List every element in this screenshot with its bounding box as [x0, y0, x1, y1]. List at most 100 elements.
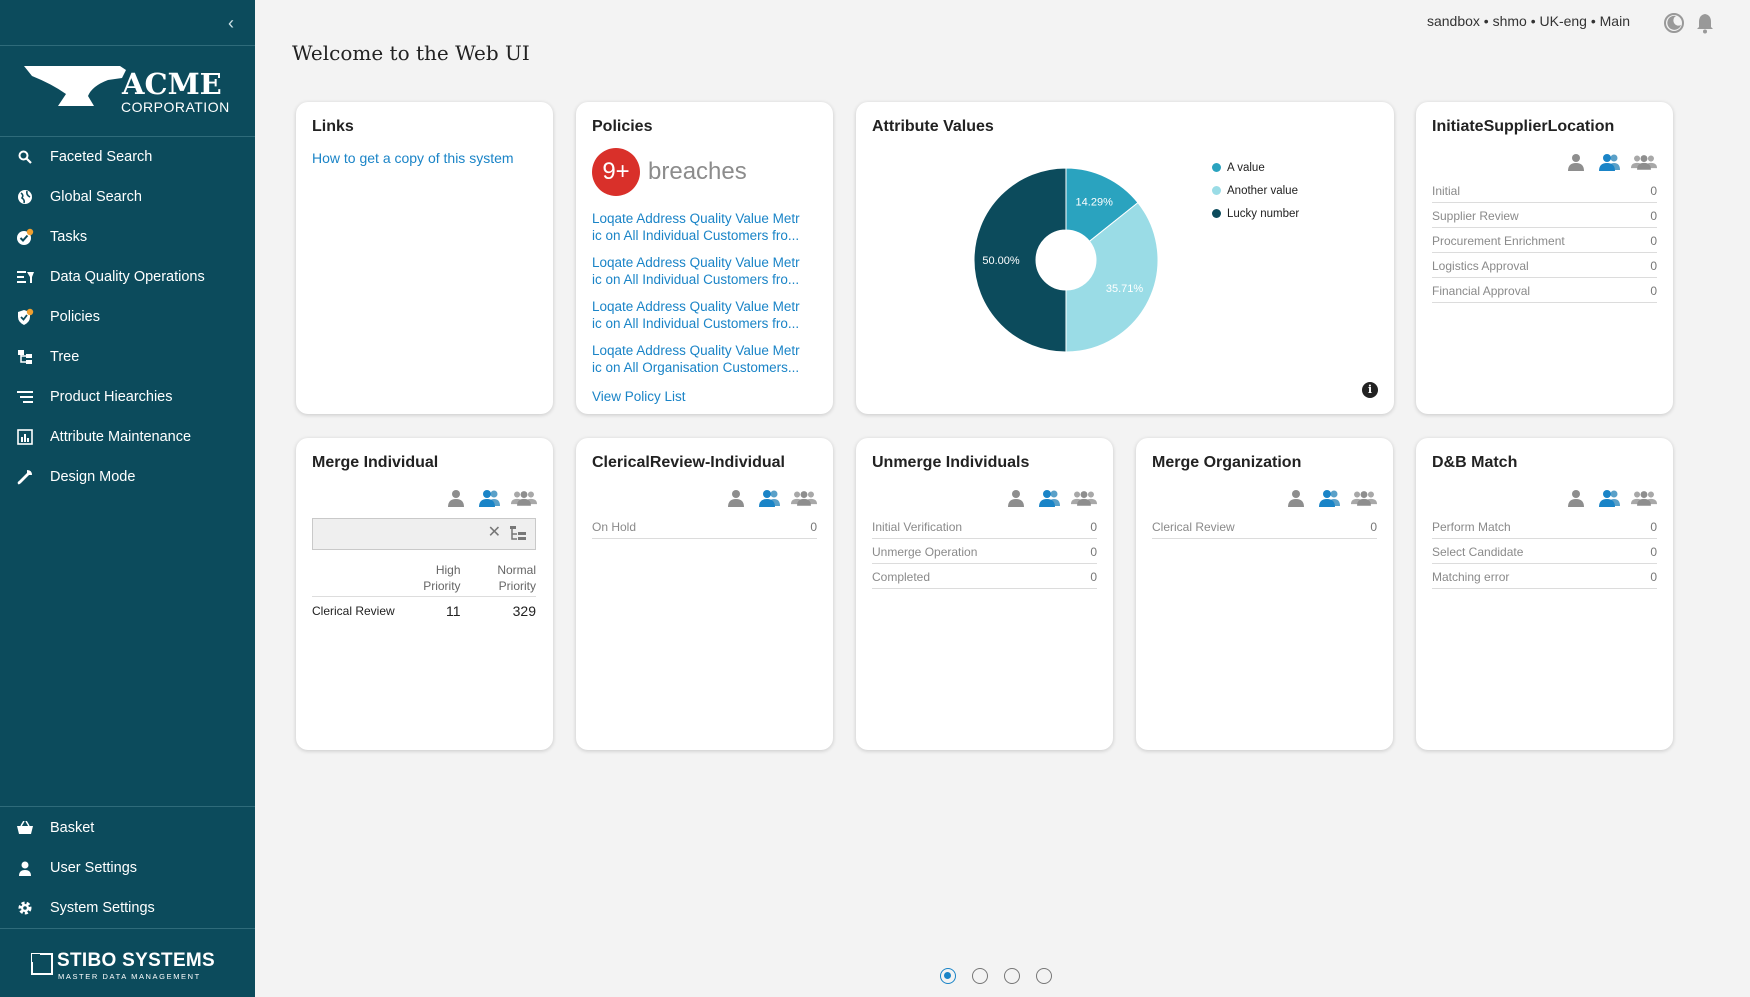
group-tasks-users-icon[interactable] [1317, 488, 1343, 508]
sidebar-item-tasks[interactable]: Tasks [0, 217, 255, 257]
workflow-state-row[interactable]: Matching error 0 [1432, 564, 1657, 589]
workflow-state-row[interactable]: Clerical Review 0 [1152, 514, 1377, 539]
sidebar-item-attribute-maintenance[interactable]: Attribute Maintenance [0, 417, 255, 457]
workflow-state-list: Perform Match 0 Select Candidate 0 Matchin… [1432, 514, 1657, 589]
workflow-state-row[interactable]: On Hold 0 [592, 514, 817, 539]
workflow-state-row[interactable]: Unmerge Operation 0 [872, 539, 1097, 564]
state-count: 0 [1650, 234, 1657, 248]
all-tasks-users-icon[interactable] [1351, 488, 1377, 508]
my-tasks-user-icon[interactable] [1563, 152, 1589, 172]
all-tasks-users-icon[interactable] [791, 488, 817, 508]
table-header-high-priority: High Priority [396, 560, 461, 597]
attribute-values-pie-chart: 14.29% 35.71% 50.00% [973, 167, 1159, 353]
user-icon [16, 859, 34, 877]
legend-item[interactable]: Another value [1212, 179, 1299, 202]
workflow-state-row[interactable]: Initial 0 [1432, 178, 1657, 203]
user-filter-group [1563, 488, 1657, 508]
state-count: 0 [1090, 520, 1097, 534]
workflow-state-list: Initial 0 Supplier Review 0 Procurement En… [1432, 178, 1657, 303]
my-tasks-user-icon[interactable] [443, 488, 469, 508]
pager-dot[interactable] [972, 968, 988, 984]
refresh-moon-icon[interactable] [1663, 12, 1685, 34]
my-tasks-user-icon[interactable] [1003, 488, 1029, 508]
breach-summary[interactable]: 9+ breaches [592, 148, 817, 196]
bell-icon[interactable] [1695, 12, 1717, 34]
workflow-state-row[interactable]: Select Candidate 0 [1432, 539, 1657, 564]
sidebar-divider [0, 45, 255, 46]
legend-swatch [1212, 163, 1221, 172]
collapse-sidebar-chevron-icon[interactable]: ‹ [222, 14, 240, 32]
card-title: Merge Organization [1152, 454, 1302, 471]
state-label: Initial Verification [872, 520, 963, 534]
normal-priority-count[interactable]: 329 [461, 597, 536, 626]
workflow-state-row[interactable]: Financial Approval 0 [1432, 278, 1657, 303]
tree-select-icon[interactable] [509, 525, 527, 543]
pie-slice-label: 35.71% [1106, 283, 1144, 295]
user-filter-group [723, 488, 817, 508]
legend-label: Lucky number [1227, 207, 1300, 220]
group-tasks-users-icon[interactable] [757, 488, 783, 508]
my-tasks-user-icon[interactable] [1563, 488, 1589, 508]
table-row[interactable]: Clerical Review 11 329 [312, 597, 536, 626]
policy-breach-link[interactable]: Loqate Address Quality Value Metr ic on … [592, 342, 817, 376]
links-item[interactable]: How to get a copy of this system [312, 150, 514, 166]
my-tasks-user-icon[interactable] [723, 488, 749, 508]
workflow-state-row[interactable]: Perform Match 0 [1432, 514, 1657, 539]
workflow-state-row[interactable]: Procurement Enrichment 0 [1432, 228, 1657, 253]
legend-item[interactable]: A value [1212, 156, 1299, 179]
sidebar-divider [0, 928, 255, 929]
workflow-state-row[interactable]: Supplier Review 0 [1432, 203, 1657, 228]
sidebar-item-label: Faceted Search [50, 149, 153, 165]
row-label: Clerical Review [312, 604, 395, 618]
sidebar-item-design-mode[interactable]: Design Mode [0, 457, 255, 497]
pager-dot[interactable] [940, 968, 956, 984]
group-tasks-users-icon[interactable] [1037, 488, 1063, 508]
sidebar-item-basket[interactable]: Basket [0, 808, 255, 848]
my-tasks-user-icon[interactable] [1283, 488, 1309, 508]
sidebar-item-tree[interactable]: Tree [0, 337, 255, 377]
sidebar-item-user-settings[interactable]: User Settings [0, 848, 255, 888]
workflow-state-row[interactable]: Completed 0 [872, 564, 1097, 589]
policy-breach-link[interactable]: Loqate Address Quality Value Metr ic on … [592, 298, 817, 332]
card-title: InitiateSupplierLocation [1432, 118, 1615, 135]
user-filter-group [1283, 488, 1377, 508]
merge-filter-input[interactable]: ✕ [312, 518, 536, 550]
view-policy-list-link[interactable]: View Policy List [592, 388, 817, 405]
state-label: Matching error [1432, 570, 1510, 584]
card-title: Policies [592, 118, 653, 135]
hierarchy-icon [16, 388, 34, 406]
all-tasks-users-icon[interactable] [1631, 152, 1657, 172]
attribute-icon [16, 428, 34, 446]
group-tasks-users-icon[interactable] [1597, 488, 1623, 508]
sidebar-item-policies[interactable]: Policies [0, 297, 255, 337]
group-tasks-users-icon[interactable] [1597, 152, 1623, 172]
pager-dot[interactable] [1036, 968, 1052, 984]
all-tasks-users-icon[interactable] [1071, 488, 1097, 508]
sidebar-item-global-search[interactable]: Global Search [0, 177, 255, 217]
stibo-brand-text: STIBO SYSTEMS [57, 950, 216, 971]
sidebar-bottom-nav: Basket User Settings System Settings [0, 808, 255, 928]
sidebar-item-label: Data Quality Operations [50, 269, 205, 285]
page-title: Welcome to the Web UI [292, 41, 530, 65]
legend-item[interactable]: Lucky number [1212, 202, 1299, 225]
sidebar-item-label: Design Mode [50, 469, 136, 485]
policy-breach-link[interactable]: Loqate Address Quality Value Metr ic on … [592, 254, 817, 288]
info-icon[interactable]: i [1362, 382, 1378, 398]
card-title: Attribute Values [872, 118, 994, 135]
all-tasks-users-icon[interactable] [511, 488, 537, 508]
workflow-state-row[interactable]: Initial Verification 0 [872, 514, 1097, 539]
high-priority-count[interactable]: 11 [396, 597, 461, 626]
all-tasks-users-icon[interactable] [1631, 488, 1657, 508]
sidebar-item-product-hiearchies[interactable]: Product Hiearchies [0, 377, 255, 417]
policy-breach-link[interactable]: Loqate Address Quality Value Metr ic on … [592, 210, 817, 244]
sidebar-item-faceted-search[interactable]: Faceted Search [0, 137, 255, 177]
pager-dot[interactable] [1004, 968, 1020, 984]
state-label: Logistics Approval [1432, 259, 1529, 273]
clear-icon[interactable]: ✕ [488, 522, 501, 542]
sidebar-item-system-settings[interactable]: System Settings [0, 888, 255, 928]
workflow-state-row[interactable]: Logistics Approval 0 [1432, 253, 1657, 278]
context-selector[interactable]: sandbox • shmo • UK-eng • Main [1427, 13, 1630, 29]
legend-swatch [1212, 209, 1221, 218]
group-tasks-users-icon[interactable] [477, 488, 503, 508]
sidebar-item-data-quality-operations[interactable]: Data Quality Operations [0, 257, 255, 297]
